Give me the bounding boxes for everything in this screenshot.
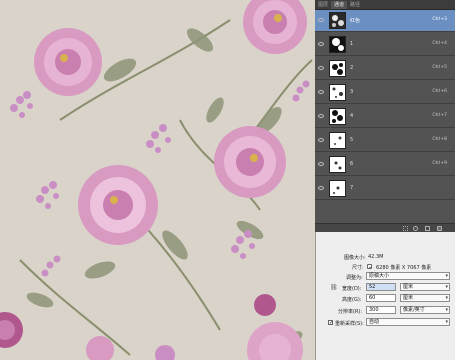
- channel-thumbnail: [329, 132, 346, 149]
- channel-row-red[interactable]: 红色 Ctrl+3: [315, 10, 455, 32]
- width-unit-select[interactable]: 厘米: [400, 283, 450, 291]
- channels-panel: 图层 通道 路径 红色 Ctrl+3 1 Ctrl+4 2 Ctrl+5 3 C…: [315, 0, 455, 233]
- channel-name: 2: [350, 65, 354, 71]
- trash-icon[interactable]: [437, 226, 442, 231]
- tab-paths[interactable]: 路径: [347, 1, 363, 9]
- tab-channels[interactable]: 通道: [331, 1, 348, 9]
- channel-row-7[interactable]: 7: [315, 178, 455, 200]
- fit-to-label: 调整为:: [346, 275, 363, 281]
- channel-thumbnail: [329, 36, 346, 53]
- channel-name: 7: [350, 185, 354, 191]
- dimensions-dropdown-icon[interactable]: ⌄: [367, 264, 372, 270]
- height-label: 高度(G):: [342, 297, 362, 303]
- channel-thumbnail: [329, 12, 346, 29]
- visibility-eye-icon[interactable]: [318, 18, 324, 22]
- resolution-input[interactable]: 300: [366, 306, 396, 314]
- panel-tabs: 图层 通道 路径: [315, 0, 455, 10]
- save-selection-icon[interactable]: [413, 226, 418, 231]
- width-input[interactable]: 52: [366, 283, 396, 291]
- channel-shortcut: Ctrl+7: [432, 113, 447, 118]
- visibility-eye-icon[interactable]: [318, 66, 324, 70]
- new-channel-icon[interactable]: [425, 226, 430, 231]
- height-unit-select[interactable]: 厘米: [400, 294, 450, 302]
- channel-name: 5: [350, 137, 354, 143]
- resolution-label: 分辨率(R):: [338, 309, 363, 315]
- tab-layers[interactable]: 图层: [315, 1, 331, 9]
- channel-shortcut: Ctrl+6: [432, 89, 447, 94]
- channel-thumbnail: [329, 180, 346, 197]
- channel-row-4[interactable]: 4 Ctrl+7: [315, 106, 455, 128]
- channel-shortcut: Ctrl+8: [432, 137, 447, 142]
- visibility-eye-icon[interactable]: [318, 90, 324, 94]
- channel-name: 4: [350, 113, 354, 119]
- channel-shortcut: Ctrl+9: [432, 161, 447, 166]
- channel-shortcut: Ctrl+5: [432, 65, 447, 70]
- channel-row-6[interactable]: 6 Ctrl+9: [315, 154, 455, 176]
- load-selection-icon[interactable]: [403, 226, 408, 231]
- visibility-eye-icon[interactable]: [318, 138, 324, 142]
- dimensions-label: 尺寸:: [352, 265, 364, 271]
- visibility-eye-icon[interactable]: [318, 162, 324, 166]
- resample-label: 重新采样(S):: [335, 321, 364, 327]
- resolution-unit-select[interactable]: 像素/英寸: [400, 306, 450, 314]
- width-label: 宽度(D):: [342, 286, 362, 292]
- channel-row-3[interactable]: 3 Ctrl+6: [315, 82, 455, 104]
- resample-checkbox[interactable]: ✓: [328, 320, 333, 326]
- channel-row-5[interactable]: 5 Ctrl+8: [315, 130, 455, 152]
- channel-shortcut: Ctrl+3: [432, 17, 447, 22]
- image-size-label: 图像大小:: [344, 255, 366, 261]
- channel-thumbnail: [329, 108, 346, 125]
- channel-thumbnail: [329, 156, 346, 173]
- fit-to-select[interactable]: 原稿大小: [366, 272, 450, 280]
- height-input[interactable]: 60: [366, 294, 396, 302]
- visibility-eye-icon[interactable]: [318, 42, 324, 46]
- resample-select[interactable]: 自动: [366, 318, 450, 326]
- channel-name: 1: [350, 41, 354, 47]
- channel-name: 3: [350, 89, 354, 95]
- visibility-eye-icon[interactable]: [318, 114, 324, 118]
- floral-wallpaper-image: [0, 0, 315, 360]
- channel-name: 红色: [350, 18, 361, 24]
- image-size-value: 42.3M: [368, 254, 384, 260]
- dimensions-value: 6280 像素 X 7067 像素: [376, 265, 432, 271]
- image-canvas[interactable]: [0, 0, 315, 360]
- channel-thumbnail: [329, 60, 346, 77]
- image-size-dialog: 图像大小: 42.3M 尺寸: ⌄ 6280 像素 X 7067 像素 调整为:…: [315, 232, 455, 360]
- visibility-eye-icon[interactable]: [318, 186, 324, 190]
- channel-thumbnail: [329, 84, 346, 101]
- link-chain-icon[interactable]: ⛓: [330, 284, 338, 291]
- channel-row-2[interactable]: 2 Ctrl+5: [315, 58, 455, 80]
- channel-shortcut: Ctrl+4: [432, 41, 447, 46]
- channel-name: 6: [350, 161, 354, 167]
- channel-row-1[interactable]: 1 Ctrl+4: [315, 34, 455, 56]
